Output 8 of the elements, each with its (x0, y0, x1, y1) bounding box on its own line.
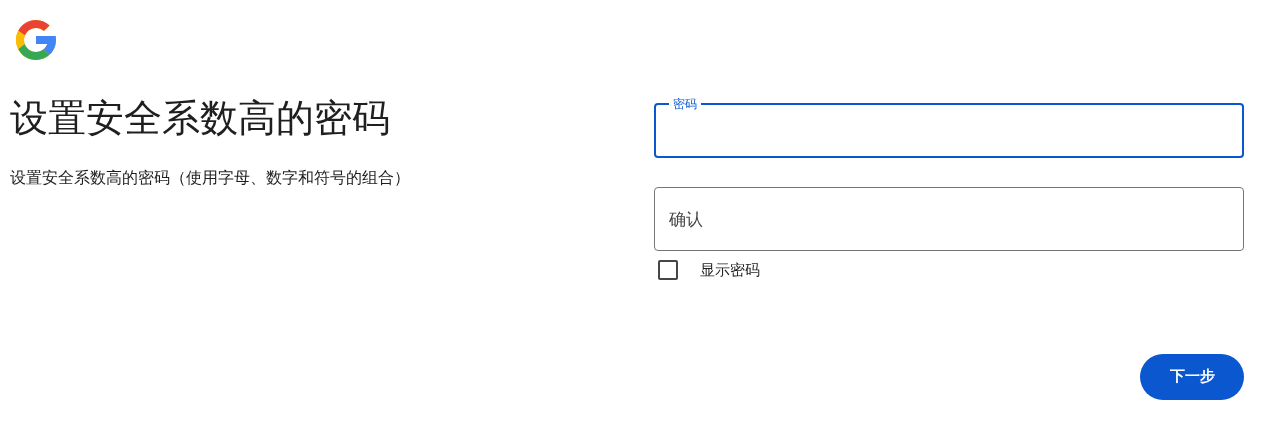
password-field[interactable]: 密码 (654, 96, 1244, 158)
floating-label: 密码 (672, 96, 698, 112)
page-title: 设置安全系数高的密码 (10, 95, 391, 142)
show-password-checkbox[interactable] (658, 260, 678, 281)
confirm-field[interactable]: 确认 (654, 187, 1244, 251)
next-button[interactable]: 下一步 (1140, 353, 1244, 400)
page-subtitle: 设置安全系数高的密码（使用字母、数字和符号的组合） (10, 167, 411, 189)
checkbox-label: 显示密码 (700, 260, 760, 281)
